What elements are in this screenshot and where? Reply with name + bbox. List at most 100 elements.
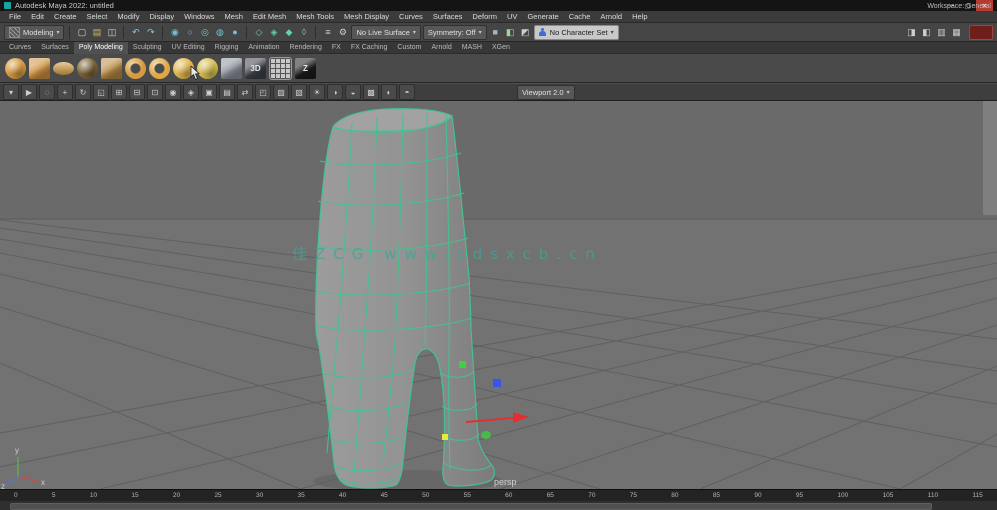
shelf-tab[interactable]: Arnold <box>427 42 457 54</box>
snap-point-toggle-icon[interactable]: ⊡ <box>147 84 163 100</box>
modeling-toolkit-toggle-icon[interactable]: ▦ <box>950 26 963 39</box>
menu-item[interactable]: Select <box>82 12 113 21</box>
default-lighting-icon[interactable]: ☀ <box>309 84 325 100</box>
status-icon[interactable] <box>246 25 248 39</box>
menu-item[interactable]: Edit <box>26 12 49 21</box>
shelf-tab[interactable]: Surfaces <box>36 42 74 54</box>
shelf-tab[interactable]: FX Caching <box>346 42 393 54</box>
shelf-tab[interactable]: FX <box>327 42 346 54</box>
ambient-occlusion-icon[interactable]: ◒ <box>345 84 361 100</box>
menu-item[interactable]: Generate <box>522 12 563 21</box>
status-icon[interactable] <box>162 25 164 39</box>
select-preset-icon[interactable]: ● <box>228 26 241 39</box>
poly-torus-tool[interactable] <box>125 57 146 79</box>
undo-icon[interactable]: ↶ <box>129 26 142 39</box>
new-scene-icon[interactable]: ▢ <box>75 26 88 39</box>
channel-box-toggle-icon[interactable]: ▥ <box>935 26 948 39</box>
character-set-selector[interactable]: No Character Set ▾ <box>533 24 619 40</box>
panel-menu-caret-icon[interactable]: ▾ <box>3 84 19 100</box>
construction-history-icon[interactable]: ⚙ <box>336 26 349 39</box>
tool-settings-toggle-icon[interactable]: ◧ <box>920 26 933 39</box>
ipr-render-icon[interactable]: ◧ <box>504 26 517 39</box>
snap-curve-icon[interactable]: ◈ <box>267 26 280 39</box>
select-highlight-icon[interactable]: ◍ <box>213 26 226 39</box>
snap-point-icon[interactable]: ◆ <box>282 26 295 39</box>
manipulator-z-handle[interactable] <box>493 379 501 387</box>
menu-item[interactable]: Mesh Display <box>339 12 394 21</box>
type-3d-tool[interactable]: 3D <box>245 57 266 79</box>
menu-item[interactable]: Windows <box>179 12 219 21</box>
open-scene-icon[interactable]: ▤ <box>90 26 103 39</box>
camera-lock-icon[interactable]: ◈ <box>183 84 199 100</box>
snap-grid-toggle-icon[interactable]: ⊞ <box>111 84 127 100</box>
time-slider[interactable]: 0 5 10 15 20 25 30 35 40 45 50 55 60 65 70 75 80 85 90 95 10… <box>0 489 997 501</box>
menu-item[interactable]: Modify <box>112 12 144 21</box>
symmetry-selector[interactable]: Symmetry: Off ▾ <box>422 24 487 40</box>
motion-blur-icon[interactable]: ◓ <box>399 84 415 100</box>
poly-cone-tool[interactable] <box>77 57 98 79</box>
select-component-icon[interactable]: ◎ <box>198 26 211 39</box>
poly-plane-tool[interactable] <box>101 57 122 79</box>
shelf-tab[interactable]: Rendering <box>285 42 327 54</box>
scale-tool-icon[interactable]: ◱ <box>93 84 109 100</box>
poly-sphere-tool[interactable] <box>5 57 26 79</box>
range-slider-bar[interactable] <box>10 503 932 510</box>
manipulator-y-handle[interactable] <box>459 361 466 368</box>
menu-item[interactable]: Cache <box>564 12 596 21</box>
save-scene-icon[interactable]: ◫ <box>105 26 118 39</box>
select-hierarchy-icon[interactable]: ◉ <box>168 26 181 39</box>
depth-of-field-icon[interactable]: ◐ <box>381 84 397 100</box>
history-icon[interactable]: ≡ <box>321 26 334 39</box>
select-tool-icon[interactable]: ▶ <box>21 84 37 100</box>
poly-disc-tool[interactable] <box>149 57 170 79</box>
sketch-tool[interactable]: Z <box>295 57 316 79</box>
range-slider[interactable] <box>0 501 997 510</box>
shelf-tab[interactable]: XGen <box>487 42 515 54</box>
shelf-tab[interactable]: Sculpting <box>128 42 167 54</box>
table-grid-tool[interactable] <box>269 56 292 80</box>
shadows-icon[interactable]: ◑ <box>327 84 343 100</box>
redo-icon[interactable]: ↷ <box>144 26 157 39</box>
live-surface-selector[interactable]: No Live Surface ▾ <box>351 24 421 40</box>
bookmark-icon[interactable]: ▣ <box>201 84 217 100</box>
menu-item[interactable]: Mesh Tools <box>291 12 339 21</box>
render-frame-icon[interactable]: ■ <box>489 26 502 39</box>
shelf-tab[interactable]: MASH <box>457 42 487 54</box>
manipulator-plane-handle[interactable] <box>481 431 491 439</box>
menu-item[interactable]: Arnold <box>595 12 627 21</box>
shelf-tab[interactable]: Poly Modeling <box>73 41 128 54</box>
menu-item[interactable]: Display <box>145 12 180 21</box>
select-object-icon[interactable]: ○ <box>183 26 196 39</box>
viewport-canvas[interactable]: 佳ZCG www.cdsxcb.cn persp y x z <box>0 101 997 489</box>
menu-item[interactable]: Curves <box>394 12 428 21</box>
rotate-tool-icon[interactable]: ↻ <box>75 84 91 100</box>
sculpt-mesh-tool[interactable] <box>221 57 242 79</box>
move-tool-icon[interactable]: + <box>57 84 73 100</box>
status-icon[interactable] <box>123 25 125 39</box>
menu-item[interactable]: Deform <box>467 12 502 21</box>
wireframe-on-shaded-icon[interactable]: ▧ <box>291 84 307 100</box>
snap-grid-icon[interactable]: ◇ <box>252 26 265 39</box>
shelf-tab[interactable]: Rigging <box>210 42 244 54</box>
image-plane-icon[interactable]: ▤ <box>219 84 235 100</box>
menu-item[interactable]: UV <box>502 12 522 21</box>
shelf-tab[interactable]: UV Editing <box>167 42 210 54</box>
antialiasing-icon[interactable]: ▩ <box>363 84 379 100</box>
pan-zoom-icon[interactable]: ⇄ <box>237 84 253 100</box>
status-icon[interactable] <box>69 25 71 39</box>
poly-cube-tool[interactable] <box>29 57 50 79</box>
menu-item[interactable]: Create <box>49 12 82 21</box>
shelf-tab[interactable]: Curves <box>4 42 36 54</box>
poly-cylinder-tool[interactable] <box>53 61 74 75</box>
lasso-tool-icon[interactable]: ◌ <box>39 84 55 100</box>
shelf-tab[interactable]: Custom <box>392 42 426 54</box>
menu-item[interactable]: File <box>4 12 26 21</box>
manipulator-center-handle[interactable] <box>442 434 448 440</box>
menu-set-selector[interactable]: Modeling ▾ <box>4 24 65 40</box>
menu-item[interactable]: Mesh <box>220 12 248 21</box>
menu-item[interactable]: Surfaces <box>428 12 468 21</box>
attribute-editor-toggle-icon[interactable]: ◨ <box>905 26 918 39</box>
viewport-panel[interactable]: 佳ZCG www.cdsxcb.cn persp y x z <box>0 101 997 489</box>
renderer-selector[interactable]: Viewport 2.0 ▾ <box>517 84 575 100</box>
workspace-selector[interactable]: Workspace: General <box>927 0 991 12</box>
